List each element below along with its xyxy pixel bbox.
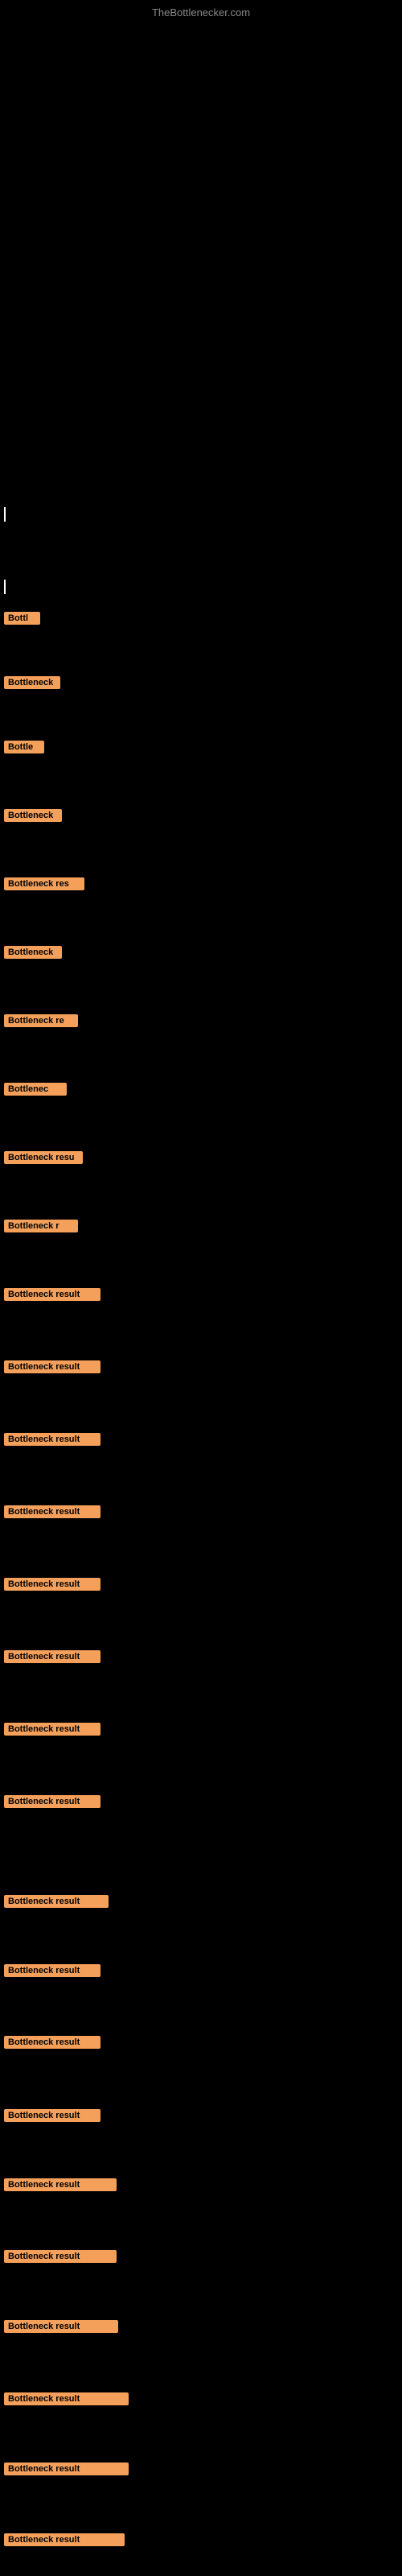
bottleneck-result-label: Bottleneck result <box>4 2533 125 2546</box>
bottleneck-result-label: Bottleneck result <box>4 1650 100 1663</box>
bottleneck-result-label: Bottleneck result <box>4 2392 129 2405</box>
bottleneck-result-label: Bottleneck result <box>4 1578 100 1591</box>
bottleneck-result-label: Bottleneck res <box>4 877 84 890</box>
bottleneck-result-label: Bottleneck result <box>4 2250 117 2263</box>
site-title: TheBottlenecker.com <box>152 6 250 19</box>
bottleneck-result-label: Bottleneck <box>4 946 62 959</box>
cursor-line <box>4 507 6 522</box>
bottleneck-result-label: Bottleneck result <box>4 2109 100 2122</box>
bottleneck-result-label: Bottleneck result <box>4 1360 100 1373</box>
bottleneck-result-label: Bottle <box>4 741 44 753</box>
cursor-line <box>4 580 6 594</box>
bottleneck-result-label: Bottleneck result <box>4 1288 100 1301</box>
bottleneck-result-label: Bottl <box>4 612 40 625</box>
bottleneck-result-label: Bottleneck result <box>4 1505 100 1518</box>
bottleneck-result-label: Bottleneck result <box>4 2320 118 2333</box>
bottleneck-result-label: Bottleneck <box>4 809 62 822</box>
bottleneck-result-label: Bottleneck result <box>4 2462 129 2475</box>
bottleneck-result-label: Bottleneck resu <box>4 1151 83 1164</box>
bottleneck-result-label: Bottleneck result <box>4 1964 100 1977</box>
bottleneck-result-label: Bottleneck result <box>4 1895 109 1908</box>
bottleneck-result-label: Bottleneck r <box>4 1220 78 1232</box>
bottleneck-result-label: Bottleneck result <box>4 1723 100 1736</box>
bottleneck-result-label: Bottleneck result <box>4 2178 117 2191</box>
bottleneck-result-label: Bottleneck result <box>4 1795 100 1808</box>
bottleneck-result-label: Bottleneck result <box>4 1433 100 1446</box>
bottleneck-result-label: Bottleneck <box>4 676 60 689</box>
bottleneck-result-label: Bottleneck result <box>4 2036 100 2049</box>
bottleneck-result-label: Bottleneck re <box>4 1014 78 1027</box>
bottleneck-result-label: Bottlenec <box>4 1083 67 1096</box>
